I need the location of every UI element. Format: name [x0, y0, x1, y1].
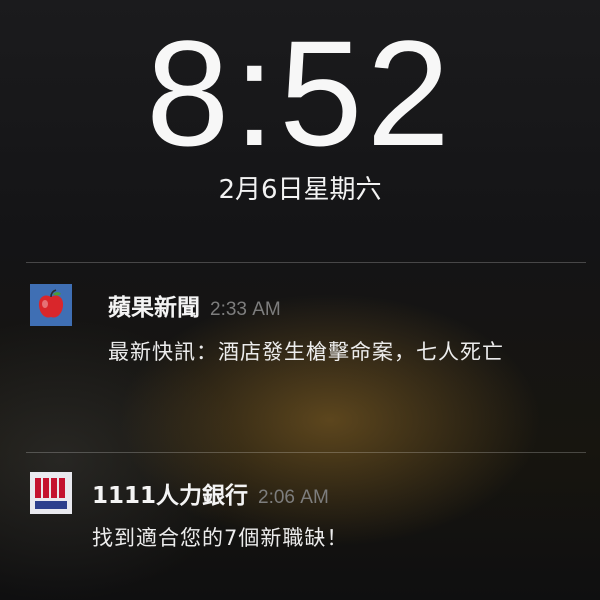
notification-header: 蘋果新聞 2:33 AM [108, 288, 281, 322]
notification-1111-job-bank[interactable]: 1111人力銀行 2:06 AM 找到適合您的7個新職缺！ [26, 452, 586, 572]
lock-screen-clock: 8:52 [146, 9, 454, 177]
lock-screen-date: 2月6日星期六 [218, 175, 382, 205]
notification-app-name: 1111人力銀行 [92, 483, 249, 509]
1111-job-bank-icon [30, 472, 72, 514]
notification-time: 2:33 AM [210, 299, 281, 320]
lock-screen: 8:52 2月6日星期六 蘋果新聞 2:33 AM 最新快訊：酒店發生槍擊命案，七… [0, 0, 600, 600]
notification-time: 2:06 AM [258, 487, 329, 508]
apple-daily-icon [30, 284, 72, 326]
notification-app-name: 蘋果新聞 [108, 295, 200, 321]
notification-message: 最新快訊：酒店發生槍擊命案，七人死亡 [108, 340, 504, 364]
notification-apple-news[interactable]: 蘋果新聞 2:33 AM 最新快訊：酒店發生槍擊命案，七人死亡 [26, 262, 586, 452]
notification-message: 找到適合您的7個新職缺！ [92, 526, 349, 550]
notification-header: 1111人力銀行 2:06 AM [92, 476, 329, 510]
